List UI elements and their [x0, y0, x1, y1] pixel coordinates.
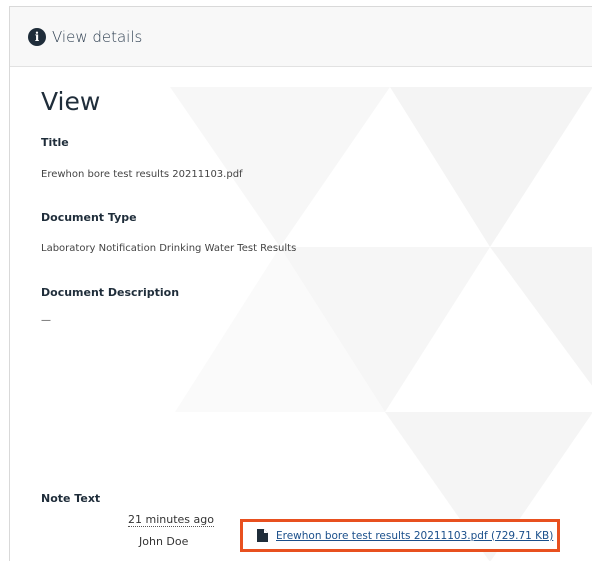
document-type-value: Laboratory Notification Drinking Water T…	[41, 243, 297, 254]
title-label: Title	[41, 136, 69, 149]
title-value: Erewhon bore test results 20211103.pdf	[41, 169, 243, 180]
attachment-link[interactable]: Erewhon bore test results 20211103.pdf (…	[276, 530, 553, 542]
page-title: View	[41, 87, 101, 116]
document-description-label: Document Description	[41, 286, 180, 299]
file-icon	[257, 529, 268, 542]
document-type-label: Document Type	[41, 211, 137, 224]
note-author: John Doe	[139, 535, 189, 548]
note-text-label: Note Text	[41, 492, 101, 505]
panel-header-title: View details	[52, 27, 143, 46]
note-timestamp: 21 minutes ago	[128, 513, 214, 527]
view-details-panel: i View details View Title Erewhon bore t…	[9, 6, 592, 561]
panel-header: i View details	[10, 7, 592, 67]
document-description-value: —	[41, 315, 51, 326]
attachment-highlight: Erewhon bore test results 20211103.pdf (…	[240, 519, 560, 552]
info-icon: i	[28, 27, 46, 46]
view-content: View Title Erewhon bore test results 202…	[41, 67, 592, 561]
